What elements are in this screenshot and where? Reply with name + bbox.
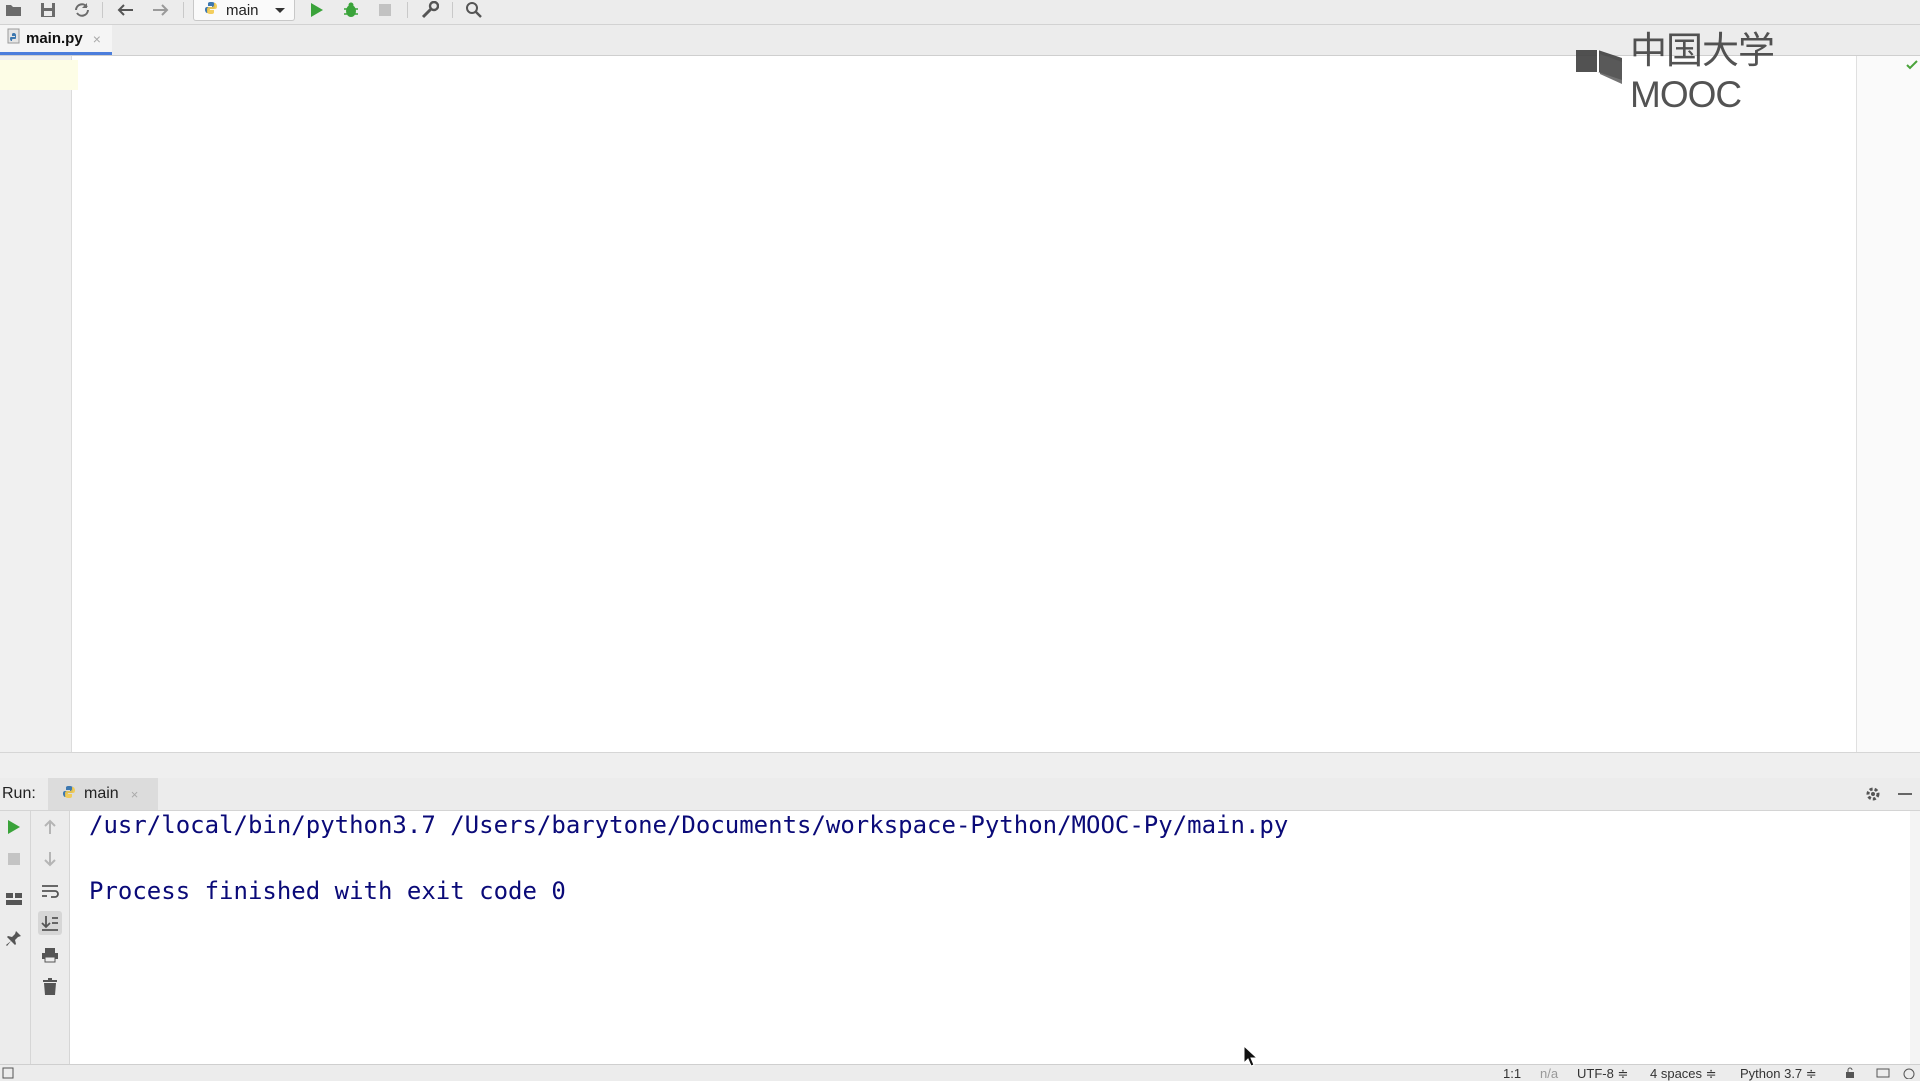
close-icon[interactable]: × <box>93 31 101 47</box>
run-play-icon[interactable] <box>305 0 329 20</box>
python-file-icon <box>6 28 22 49</box>
mouse-pointer-icon <box>1243 1044 1259 1072</box>
python-icon <box>62 785 76 804</box>
panel-splitter[interactable] <box>0 752 1920 780</box>
scroll-to-end-icon[interactable] <box>38 911 62 935</box>
editor-tab-main-py[interactable]: main.py × <box>0 25 112 55</box>
close-icon[interactable]: × <box>131 787 139 802</box>
editor-tab-label: main.py <box>26 30 83 47</box>
run-panel-header: Run: main × <box>0 778 1920 811</box>
caret-position[interactable]: 1:1 <box>1503 1066 1521 1081</box>
pin-icon[interactable] <box>2 927 26 951</box>
forward-arrow-icon[interactable] <box>149 0 173 20</box>
run-toolbar-primary <box>0 811 31 1064</box>
line-separator[interactable]: n/a <box>1540 1066 1558 1081</box>
wrench-settings-icon[interactable] <box>418 0 442 20</box>
run-tab-main[interactable]: main × <box>48 778 158 810</box>
open-folder-icon[interactable] <box>2 0 26 20</box>
python-icon <box>204 1 218 19</box>
trash-icon[interactable] <box>38 975 62 999</box>
run-tab-label: main <box>84 785 119 802</box>
console-scrollbar[interactable] <box>1910 811 1920 1064</box>
sync-icon[interactable] <box>70 0 94 20</box>
layout-icon[interactable] <box>2 887 26 911</box>
search-icon[interactable] <box>462 0 486 20</box>
gear-icon[interactable] <box>1864 785 1882 808</box>
editor-gutter <box>0 56 72 752</box>
status-bar: 1:1 n/a UTF-8 ≑ 4 spaces ≑ Python 3.7 ≑ <box>0 1064 1920 1081</box>
arrow-down-icon[interactable] <box>38 847 62 871</box>
run-console[interactable]: /usr/local/bin/python3.7 /Users/barytone… <box>70 811 1910 1064</box>
arrow-up-icon[interactable] <box>38 815 62 839</box>
rerun-play-icon[interactable] <box>2 815 26 839</box>
current-line-highlight <box>0 60 78 90</box>
run-configuration-selector[interactable]: main <box>193 0 295 21</box>
back-arrow-icon[interactable] <box>113 0 137 20</box>
debug-bug-icon[interactable] <box>339 0 363 20</box>
mooc-watermark: 中国大学MOOC <box>1574 30 1860 115</box>
chevron-down-icon <box>274 2 286 19</box>
editor-right-margin <box>1856 56 1920 752</box>
print-icon[interactable] <box>38 943 62 967</box>
soft-wrap-icon[interactable] <box>38 879 62 903</box>
run-panel-label: Run: <box>2 785 36 802</box>
run-configuration-label: main <box>226 1 259 19</box>
code-editor[interactable] <box>72 56 1856 752</box>
stop-icon[interactable] <box>2 847 26 871</box>
run-toolbar-secondary <box>31 811 70 1064</box>
inspection-ok-checkmark-icon[interactable] <box>1906 58 1918 73</box>
watermark-text: 中国大学MOOC <box>1630 30 1775 115</box>
minimize-icon[interactable] <box>1898 793 1912 795</box>
console-line-command: /usr/local/bin/python3.7 /Users/barytone… <box>89 811 1289 839</box>
mooc-logo-icon <box>1574 46 1626 91</box>
console-line-exit: Process finished with exit code 0 <box>89 877 566 905</box>
stop-icon[interactable] <box>373 0 397 20</box>
save-icon[interactable] <box>36 0 60 20</box>
